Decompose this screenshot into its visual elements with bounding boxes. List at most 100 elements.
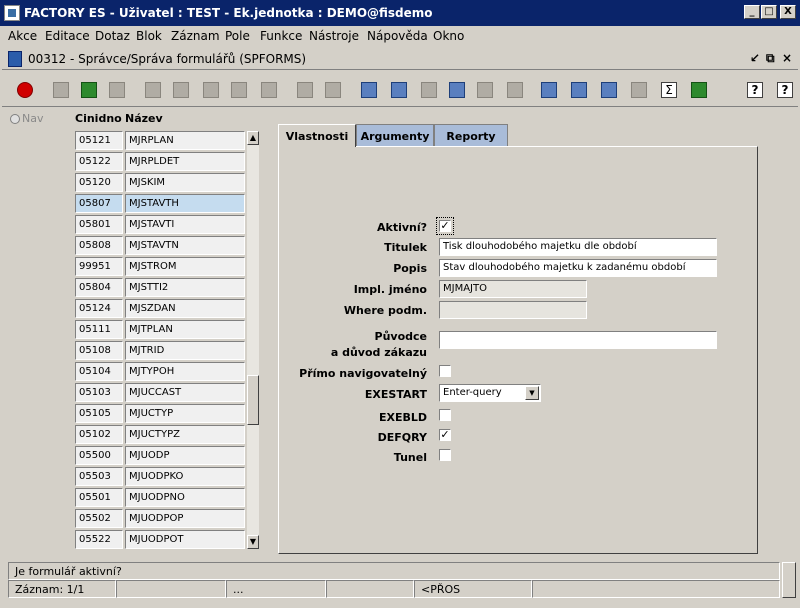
maximize-button[interactable]: □ bbox=[761, 5, 777, 19]
nazev-cell[interactable]: MJRPLAN bbox=[125, 131, 245, 150]
table-row[interactable]: 05111 MJTPLAN bbox=[75, 320, 245, 340]
nazev-cell[interactable]: MJUCCAST bbox=[125, 383, 245, 402]
sort-multi-icon[interactable] bbox=[256, 77, 280, 101]
minimize-button[interactable]: _ bbox=[744, 5, 760, 19]
menu-pole[interactable]: Pole bbox=[225, 29, 250, 43]
cinidno-cell[interactable]: 05804 bbox=[75, 278, 123, 297]
cinidno-cell[interactable]: 05522 bbox=[75, 530, 123, 549]
table-row[interactable]: 99951 MJSTROM bbox=[75, 257, 245, 277]
table-row[interactable]: 05804 MJSTTI2 bbox=[75, 278, 245, 298]
table-row[interactable]: 05807 MJSTAVTH bbox=[75, 194, 245, 214]
cinidno-cell[interactable]: 05501 bbox=[75, 488, 123, 507]
popis-field[interactable]: Stav dlouhodobého majetku k zadanému obd… bbox=[439, 259, 717, 277]
scissors-icon[interactable] bbox=[356, 77, 380, 101]
table-row[interactable]: 05120 MJSKIM bbox=[75, 173, 245, 193]
table-row[interactable]: 05522 MJUODPOT bbox=[75, 530, 245, 550]
copy-icon[interactable] bbox=[386, 77, 410, 101]
cinidno-cell[interactable]: 05808 bbox=[75, 236, 123, 255]
cinidno-cell[interactable]: 05503 bbox=[75, 467, 123, 486]
table-row[interactable]: 05103 MJUCCAST bbox=[75, 383, 245, 403]
cinidno-cell[interactable]: 05102 bbox=[75, 425, 123, 444]
dropdown-arrow-icon[interactable]: ▼ bbox=[525, 386, 539, 400]
chart-icon[interactable] bbox=[596, 77, 620, 101]
cinidno-cell[interactable]: 05122 bbox=[75, 152, 123, 171]
table-row[interactable]: 05102 MJUCTYPZ bbox=[75, 425, 245, 445]
table-row[interactable]: 05503 MJUODPKO bbox=[75, 467, 245, 487]
menu-dotaz[interactable]: Dotaz bbox=[95, 29, 130, 43]
cinidno-cell[interactable]: 05104 bbox=[75, 362, 123, 381]
menu-blok[interactable]: Blok bbox=[136, 29, 162, 43]
impl-jmeno-field[interactable]: MJMAJTO bbox=[439, 280, 587, 298]
paste-icon[interactable] bbox=[416, 77, 440, 101]
nazev-cell[interactable]: MJSTROM bbox=[125, 257, 245, 276]
table-row[interactable]: 05108 MJTRID bbox=[75, 341, 245, 361]
menu-editace[interactable]: Editace bbox=[45, 29, 90, 43]
nazev-cell[interactable]: MJUODPOT bbox=[125, 530, 245, 549]
cinidno-cell[interactable]: 05120 bbox=[75, 173, 123, 192]
nazev-cell[interactable]: MJSKIM bbox=[125, 173, 245, 192]
cancel-icon[interactable] bbox=[104, 77, 128, 101]
nazev-cell[interactable]: MJUODPKO bbox=[125, 467, 245, 486]
defqry-checkbox[interactable]: ✓ bbox=[439, 429, 451, 441]
sort-asc-icon[interactable] bbox=[198, 77, 222, 101]
puvodce-field[interactable] bbox=[439, 331, 717, 349]
menu-napoveda[interactable]: Nápověda bbox=[367, 29, 428, 43]
sum-icon[interactable] bbox=[656, 77, 680, 101]
menu-funkce[interactable]: Funkce bbox=[260, 29, 302, 43]
nazev-cell[interactable]: MJSTAVTN bbox=[125, 236, 245, 255]
cinidno-cell[interactable]: 99951 bbox=[75, 257, 123, 276]
cut-record-icon[interactable] bbox=[48, 77, 72, 101]
scroll-thumb[interactable] bbox=[247, 375, 259, 425]
nazev-cell[interactable]: MJUODP bbox=[125, 446, 245, 465]
cinidno-cell[interactable]: 05502 bbox=[75, 509, 123, 528]
scroll-down-icon[interactable]: ▼ bbox=[247, 535, 259, 549]
primo-navigovatelny-checkbox[interactable] bbox=[439, 365, 451, 377]
scroll-up-icon[interactable]: ▲ bbox=[247, 131, 259, 145]
table-row[interactable]: 05801 MJSTAVTI bbox=[75, 215, 245, 235]
menu-okno[interactable]: Okno bbox=[433, 29, 464, 43]
nazev-cell[interactable]: MJUODPOP bbox=[125, 509, 245, 528]
table-row[interactable]: 05500 MJUODP bbox=[75, 446, 245, 466]
form-close-button[interactable]: × bbox=[782, 51, 792, 65]
status-scrollbar[interactable] bbox=[782, 562, 796, 598]
tab-argumenty[interactable]: Argumenty bbox=[356, 124, 434, 146]
cinidno-cell[interactable]: 05121 bbox=[75, 131, 123, 150]
nazev-cell[interactable]: MJSTAVTI bbox=[125, 215, 245, 234]
exebld-checkbox[interactable] bbox=[439, 409, 451, 421]
nazev-cell[interactable]: MJSZDAN bbox=[125, 299, 245, 318]
nazev-cell[interactable]: MJUODPNO bbox=[125, 488, 245, 507]
menu-akce[interactable]: Akce bbox=[8, 29, 37, 43]
cinidno-cell[interactable]: 05103 bbox=[75, 383, 123, 402]
where-podm-field[interactable] bbox=[439, 301, 587, 319]
help-icon[interactable] bbox=[742, 77, 766, 101]
nazev-cell[interactable]: MJSTTI2 bbox=[125, 278, 245, 297]
cinidno-cell[interactable]: 05500 bbox=[75, 446, 123, 465]
cinidno-cell[interactable]: 05108 bbox=[75, 341, 123, 360]
form-minimize-button[interactable]: ↙ bbox=[750, 51, 760, 65]
home-icon[interactable] bbox=[76, 77, 100, 101]
aktivni-checkbox[interactable]: ✓ bbox=[436, 217, 454, 235]
print-icon[interactable] bbox=[292, 77, 316, 101]
cinidno-cell[interactable]: 05105 bbox=[75, 404, 123, 423]
nav-radio[interactable]: Nav bbox=[10, 112, 43, 125]
nazev-cell[interactable]: MJUCTYP bbox=[125, 404, 245, 423]
excel-icon[interactable] bbox=[686, 77, 710, 101]
table-row[interactable]: 05104 MJTYPOH bbox=[75, 362, 245, 382]
align-left-icon[interactable] bbox=[472, 77, 496, 101]
table-row[interactable]: 05808 MJSTAVTN bbox=[75, 236, 245, 256]
calendar-icon[interactable] bbox=[626, 77, 650, 101]
close-button[interactable]: X bbox=[780, 5, 796, 19]
tunel-checkbox[interactable] bbox=[439, 449, 451, 461]
nazev-cell[interactable]: MJUCTYPZ bbox=[125, 425, 245, 444]
search-icon[interactable] bbox=[444, 77, 468, 101]
table-row[interactable]: 05122 MJRPLDET bbox=[75, 152, 245, 172]
table-row[interactable]: 05502 MJUODPOP bbox=[75, 509, 245, 529]
print-preview-icon[interactable] bbox=[320, 77, 344, 101]
cinidno-cell[interactable]: 05807 bbox=[75, 194, 123, 213]
nazev-cell[interactable]: MJSTAVTH bbox=[125, 194, 245, 213]
align-right-icon[interactable] bbox=[502, 77, 526, 101]
menu-zaznam[interactable]: Záznam bbox=[171, 29, 220, 43]
calculator-icon[interactable] bbox=[536, 77, 560, 101]
cinidno-cell[interactable]: 05111 bbox=[75, 320, 123, 339]
context-help-icon[interactable] bbox=[772, 77, 796, 101]
